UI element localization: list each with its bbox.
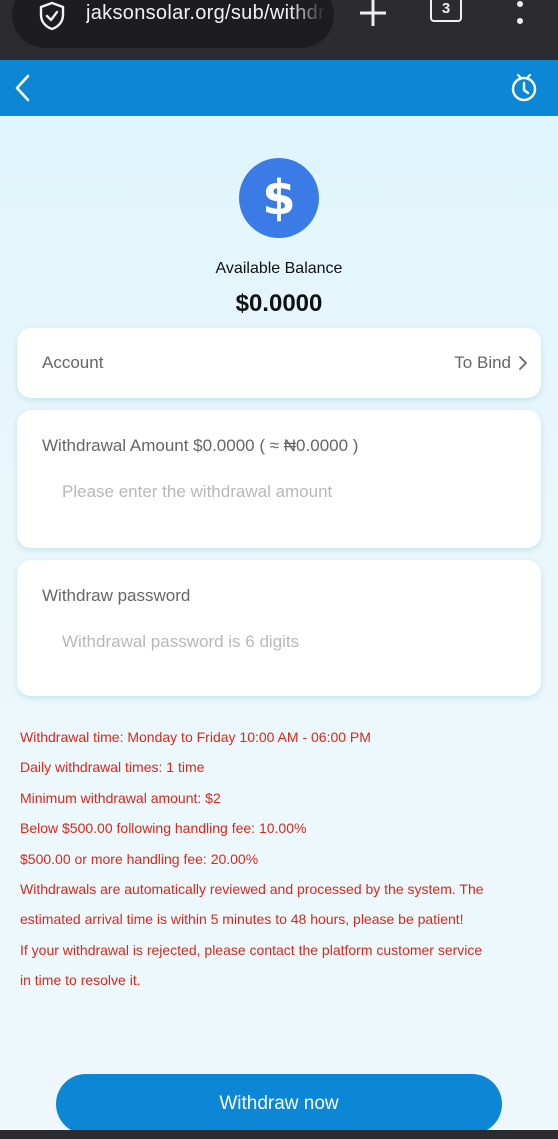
rule-line: Daily withdrawal times: 1 time xyxy=(20,759,205,776)
bind-account-link[interactable]: To Bind xyxy=(454,353,511,373)
rule-line: If your withdrawal is rejected, please c… xyxy=(20,941,483,958)
rule-line: $500.00 or more handling fee: 20.00% xyxy=(20,850,259,867)
url-text[interactable]: jaksonsolar.org/sub/withdraw xyxy=(86,2,326,25)
dollar-coin-icon: $ xyxy=(239,158,319,238)
amount-card: Withdrawal Amount $0.0000 ( ≈ ₦0.0000 ) xyxy=(17,410,541,548)
chevron-right-icon xyxy=(519,356,527,370)
password-label: Withdraw password xyxy=(42,586,191,605)
account-label: Account xyxy=(42,353,104,372)
rule-line: Withdrawals are automatically reviewed a… xyxy=(20,881,484,898)
rule-line: Minimum withdrawal amount: $2 xyxy=(20,789,221,806)
rule-line: in time to resolve it. xyxy=(20,972,141,989)
amount-label: Withdrawal Amount $0.0000 ( ≈ ₦0.0000 ) xyxy=(42,436,359,455)
plus-icon[interactable] xyxy=(356,0,390,30)
chevron-left-icon[interactable] xyxy=(10,72,38,104)
balance-value: $0.0000 xyxy=(235,290,323,317)
more-vertical-icon[interactable] xyxy=(510,0,530,28)
browser-toolbar: jaksonsolar.org/sub/withdraw 3 xyxy=(0,0,558,60)
tab-count-button[interactable]: 3 xyxy=(430,0,462,22)
password-card: Withdraw password xyxy=(17,560,541,696)
rule-line: Withdrawal time: Monday to Friday 10:00 … xyxy=(20,729,371,745)
account-row[interactable]: Account To Bind xyxy=(17,328,541,398)
amount-input[interactable] xyxy=(62,482,502,502)
clock-history-icon[interactable] xyxy=(508,72,540,104)
withdraw-now-button[interactable]: Withdraw now xyxy=(56,1074,502,1134)
password-input[interactable] xyxy=(62,632,502,652)
rule-line: Below $500.00 following handling fee: 10… xyxy=(20,820,307,837)
address-bar[interactable]: jaksonsolar.org/sub/withdraw xyxy=(12,0,334,48)
balance-label: Available Balance xyxy=(215,260,343,277)
shield-check-icon[interactable] xyxy=(36,0,68,32)
app-header xyxy=(0,60,558,116)
rule-line: estimated arrival time is within 5 minut… xyxy=(20,911,464,928)
system-nav-bar xyxy=(0,1130,558,1139)
withdrawal-rules: Withdrawal time: Monday to Friday 10:00 … xyxy=(20,722,540,996)
withdraw-page: $ Available Balance $0.0000 Account To B… xyxy=(0,116,558,1134)
